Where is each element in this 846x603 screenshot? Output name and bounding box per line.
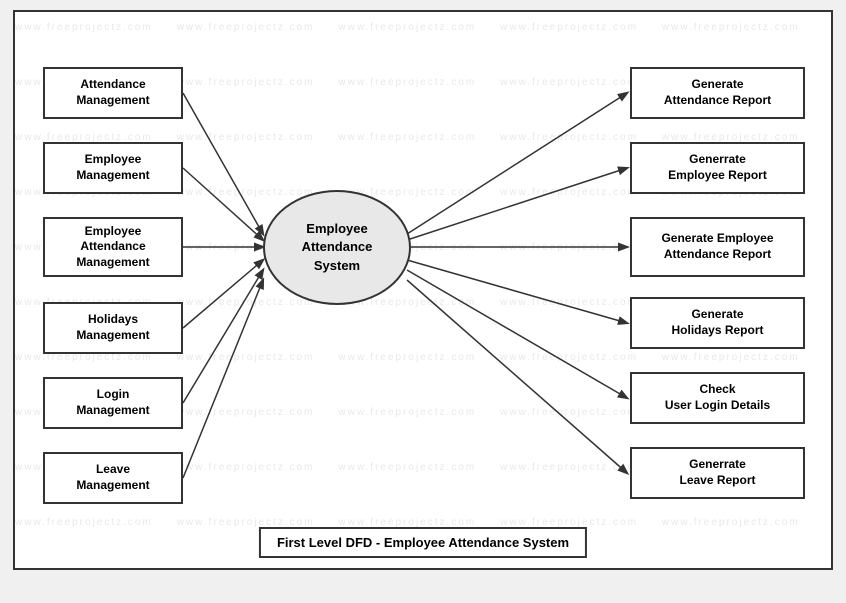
box-holidays-management: HolidaysManagement <box>43 302 183 354</box>
box-generate-leave-report: GenerrateLeave Report <box>630 447 805 499</box>
diagram-container: www.freeprojectz.com www.freeprojectz.co… <box>13 10 833 570</box>
center-system-ellipse: EmployeeAttendanceSystem <box>263 190 411 305</box>
box-generate-employee-report: GenerrateEmployee Report <box>630 142 805 194</box>
diagram-caption: First Level DFD - Employee Attendance Sy… <box>259 527 587 558</box>
box-attendance-management: Attendance Management <box>43 67 183 119</box>
box-employee-management: EmployeeManagement <box>43 142 183 194</box>
box-generate-attendance-report: GenerateAttendance Report <box>630 67 805 119</box>
box-generate-employee-attendance-report: Generate EmployeeAttendance Report <box>630 217 805 277</box>
box-employee-attendance-management: EmployeeAttendanceManagement <box>43 217 183 277</box>
box-leave-management: LeaveManagement <box>43 452 183 504</box>
box-generate-holidays-report: GenerateHolidays Report <box>630 297 805 349</box>
box-login-management: LoginManagement <box>43 377 183 429</box>
box-check-user-login-details: CheckUser Login Details <box>630 372 805 424</box>
